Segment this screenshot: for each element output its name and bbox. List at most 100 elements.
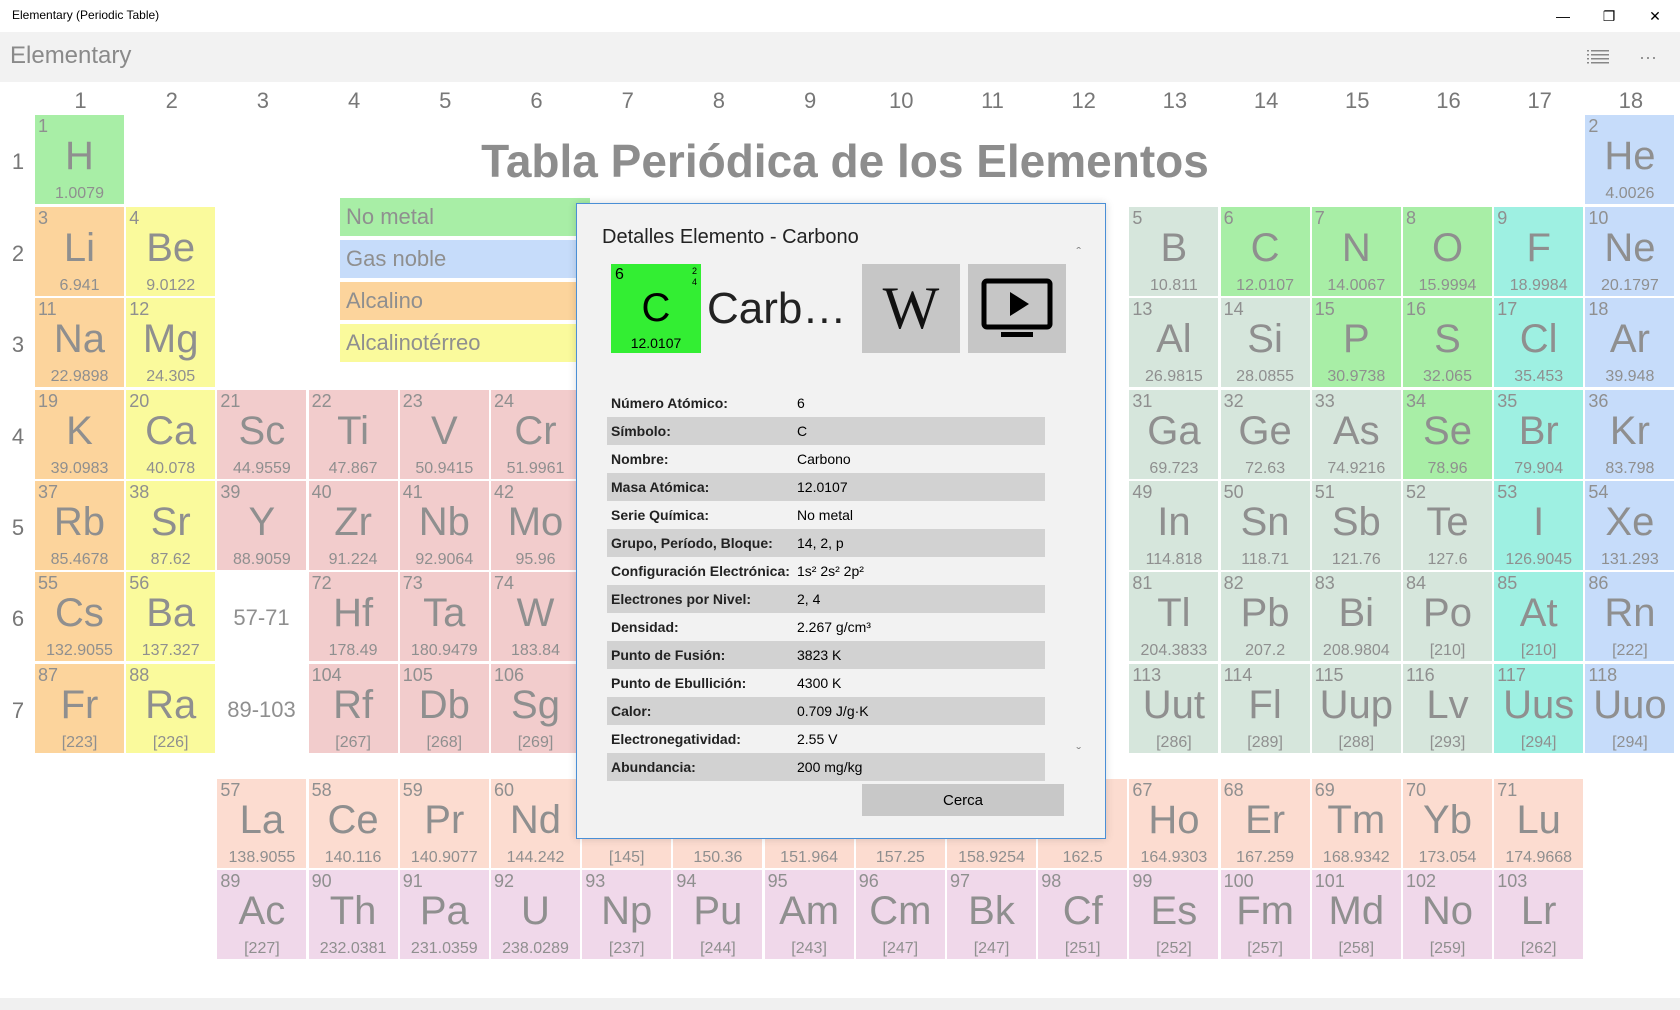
element-tile[interactable]: 39 Y 88.9059 xyxy=(217,481,307,570)
element-tile[interactable]: 57 La 138.9055 xyxy=(217,779,307,868)
element-tile[interactable]: 87 Fr [223] xyxy=(35,664,124,753)
element-tile[interactable]: 72 Hf 178.49 xyxy=(308,572,398,661)
element-tile[interactable]: 59 Pr 140.9077 xyxy=(399,779,489,868)
element-tile[interactable]: 118 Uuo [294] xyxy=(1585,664,1675,753)
element-tile[interactable]: 71 Lu 174.9668 xyxy=(1494,779,1584,868)
element-tile[interactable]: 16 S 32.065 xyxy=(1403,298,1492,387)
element-tile[interactable]: 85 At [210] xyxy=(1494,572,1584,661)
element-tile[interactable]: 103 Lr [262] xyxy=(1494,870,1584,959)
more-options-button[interactable]: ··· xyxy=(1628,38,1668,76)
element-tile[interactable]: 21 Sc 44.9559 xyxy=(217,390,307,479)
legend-item[interactable]: Alcalinotérreo xyxy=(340,324,590,362)
element-tile[interactable]: 23 V 50.9415 xyxy=(399,390,489,479)
element-tile[interactable]: 2 He 4.0026 xyxy=(1585,115,1675,204)
element-tile[interactable]: 4 Be 9.0122 xyxy=(126,207,216,296)
element-tile[interactable]: 3 Li 6.941 xyxy=(35,207,124,296)
element-tile[interactable]: 96 Cm [247] xyxy=(855,870,945,959)
element-tile[interactable]: 6 C 12.0107 xyxy=(1220,207,1310,296)
element-tile[interactable]: 18 Ar 39.948 xyxy=(1585,298,1675,387)
element-tile[interactable]: 20 Ca 40.078 xyxy=(126,390,216,479)
element-tile[interactable]: 114 Fl [289] xyxy=(1220,664,1310,753)
element-tile[interactable]: 73 Ta 180.9479 xyxy=(399,572,489,661)
element-tile[interactable]: 22 Ti 47.867 xyxy=(308,390,398,479)
element-tile[interactable]: 12 Mg 24.305 xyxy=(126,298,216,387)
element-tile[interactable]: 113 Uut [286] xyxy=(1129,664,1219,753)
element-tile[interactable]: 7 N 14.0067 xyxy=(1311,207,1401,296)
element-tile[interactable]: 116 Lv [293] xyxy=(1403,664,1492,753)
element-tile[interactable]: 41 Nb 92.9064 xyxy=(399,481,489,570)
element-tile[interactable]: 34 Se 78.96 xyxy=(1403,390,1492,479)
element-tile[interactable]: 17 Cl 35.453 xyxy=(1494,298,1584,387)
scroll-down-icon[interactable]: ˇ xyxy=(1076,744,1081,760)
list-icon[interactable] xyxy=(1578,38,1618,76)
element-tile[interactable]: 117 Uus [294] xyxy=(1494,664,1584,753)
element-tile[interactable]: 98 Cf [251] xyxy=(1038,870,1128,959)
video-button[interactable] xyxy=(968,264,1066,353)
element-tile[interactable]: 33 As 74.9216 xyxy=(1311,390,1401,479)
element-tile[interactable]: 97 Bk [247] xyxy=(947,870,1036,959)
element-tile[interactable]: 104 Rf [267] xyxy=(308,664,398,753)
element-tile[interactable]: 19 K 39.0983 xyxy=(35,390,124,479)
element-tile[interactable]: 15 P 30.9738 xyxy=(1311,298,1401,387)
close-icon[interactable]: ✕ xyxy=(1632,0,1678,32)
element-tile[interactable]: 52 Te 127.6 xyxy=(1403,481,1492,570)
element-tile[interactable]: 68 Er 167.259 xyxy=(1220,779,1310,868)
element-tile[interactable]: 13 Al 26.9815 xyxy=(1129,298,1219,387)
horizontal-scrollbar[interactable] xyxy=(0,998,1680,1010)
element-tile[interactable]: 31 Ga 69.723 xyxy=(1129,390,1219,479)
legend-item[interactable]: Alcalino xyxy=(340,282,590,320)
element-tile[interactable]: 11 Na 22.9898 xyxy=(35,298,124,387)
element-tile[interactable]: 53 I 126.9045 xyxy=(1494,481,1584,570)
element-tile[interactable]: 42 Mo 95.96 xyxy=(491,481,580,570)
element-tile[interactable]: 91 Pa 231.0359 xyxy=(399,870,489,959)
element-tile[interactable]: 105 Db [268] xyxy=(399,664,489,753)
element-tile[interactable]: 99 Es [252] xyxy=(1129,870,1219,959)
element-tile[interactable]: 90 Th 232.0381 xyxy=(308,870,398,959)
element-tile[interactable]: 89 Ac [227] xyxy=(217,870,307,959)
element-tile[interactable]: 51 Sb 121.76 xyxy=(1311,481,1401,570)
element-tile[interactable]: 54 Xe 131.293 xyxy=(1585,481,1675,570)
lanthanide-range-label[interactable]: 57-71 xyxy=(217,605,306,631)
element-tile[interactable]: 102 No [259] xyxy=(1403,870,1492,959)
element-tile[interactable]: 5 B 10.811 xyxy=(1129,207,1219,296)
element-tile[interactable]: 81 Tl 204.3833 xyxy=(1129,572,1219,661)
element-tile[interactable]: 10 Ne 20.1797 xyxy=(1585,207,1675,296)
element-tile[interactable]: 83 Bi 208.9804 xyxy=(1311,572,1401,661)
actinide-range-label[interactable]: 89-103 xyxy=(217,697,306,723)
element-tile[interactable]: 32 Ge 72.63 xyxy=(1220,390,1310,479)
element-tile[interactable]: 24 Cr 51.9961 xyxy=(491,390,580,479)
element-tile[interactable]: 9 F 18.9984 xyxy=(1494,207,1584,296)
element-tile[interactable]: 84 Po [210] xyxy=(1403,572,1492,661)
element-tile[interactable]: 40 Zr 91.224 xyxy=(308,481,398,570)
element-tile[interactable]: 38 Sr 87.62 xyxy=(126,481,216,570)
element-tile[interactable]: 14 Si 28.0855 xyxy=(1220,298,1310,387)
restore-icon[interactable]: ❐ xyxy=(1586,0,1632,32)
close-button[interactable]: Cerca xyxy=(862,784,1064,816)
element-tile[interactable]: 1 H 1.0079 xyxy=(35,115,124,204)
element-tile[interactable]: 93 Np [237] xyxy=(582,870,672,959)
element-tile[interactable]: 88 Ra [226] xyxy=(126,664,216,753)
element-tile[interactable]: 94 Pu [244] xyxy=(673,870,763,959)
element-tile[interactable]: 56 Ba 137.327 xyxy=(126,572,216,661)
element-tile[interactable]: 49 In 114.818 xyxy=(1129,481,1219,570)
element-tile[interactable]: 70 Yb 173.054 xyxy=(1403,779,1492,868)
element-tile[interactable]: 55 Cs 132.9055 xyxy=(35,572,124,661)
wikipedia-button[interactable]: W xyxy=(862,264,960,353)
element-tile[interactable]: 60 Nd 144.242 xyxy=(491,779,580,868)
element-tile[interactable]: 92 U 238.0289 xyxy=(491,870,580,959)
element-tile[interactable]: 101 Md [258] xyxy=(1311,870,1401,959)
legend-item[interactable]: No metal xyxy=(340,198,590,236)
element-tile[interactable]: 74 W 183.84 xyxy=(491,572,580,661)
element-tile[interactable]: 50 Sn 118.71 xyxy=(1220,481,1310,570)
element-tile[interactable]: 95 Am [243] xyxy=(764,870,854,959)
minimize-icon[interactable]: — xyxy=(1540,0,1586,32)
element-tile[interactable]: 58 Ce 140.116 xyxy=(308,779,398,868)
element-tile[interactable]: 69 Tm 168.9342 xyxy=(1311,779,1401,868)
element-tile[interactable]: 35 Br 79.904 xyxy=(1494,390,1584,479)
element-tile[interactable]: 82 Pb 207.2 xyxy=(1220,572,1310,661)
scroll-up-icon[interactable]: ˆ xyxy=(1076,244,1081,260)
element-tile[interactable]: 36 Kr 83.798 xyxy=(1585,390,1675,479)
element-tile[interactable]: 86 Rn [222] xyxy=(1585,572,1675,661)
element-tile[interactable]: 100 Fm [257] xyxy=(1220,870,1310,959)
element-tile[interactable]: 115 Uup [288] xyxy=(1311,664,1401,753)
